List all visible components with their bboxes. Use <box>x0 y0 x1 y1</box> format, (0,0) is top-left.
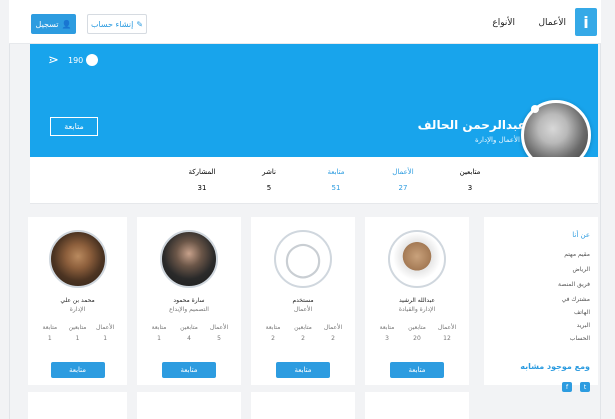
card-name[interactable]: مستخدم <box>251 297 355 304</box>
profile-job: الأعمال والإدارة <box>474 136 520 144</box>
user-icon: 👤 <box>61 19 72 29</box>
follow-button[interactable]: متابعة <box>50 117 98 136</box>
about-line: الرياض <box>572 266 590 273</box>
about-line: الحساب <box>569 335 590 342</box>
card-stats: الأعمال 2 متابعين 2 متابعة 2 <box>265 324 343 342</box>
card-job: الأعمال <box>293 306 313 313</box>
card-stats: الأعمال 12 متابعين 20 متابعة 3 <box>379 324 457 342</box>
similar-title: ومع موجود مشابه <box>520 362 590 371</box>
follow-card-button[interactable]: متابعة <box>162 362 216 378</box>
card-job: الإدارة والقيادة <box>398 306 436 313</box>
card-name[interactable]: سارة محمود <box>137 297 241 304</box>
stat-shares[interactable]: المشاركة 31 <box>172 168 232 192</box>
card-stats: الأعمال 1 متابعين 1 متابعة 1 <box>42 324 115 342</box>
card-stats: الأعمال 5 متابعين 4 متابعة 1 <box>151 324 229 342</box>
view-count: 190 <box>68 54 99 66</box>
stat-works[interactable]: الأعمال 27 <box>373 168 433 192</box>
top-navbar: i الأعمال الأنواع 👤 تسجيل ✎ إنشاء حساب <box>9 0 601 44</box>
about-line: مقيم مهتم <box>564 251 590 258</box>
avatar <box>388 230 446 288</box>
social-links: t f <box>562 382 590 392</box>
user-card-partial <box>365 392 469 419</box>
about-line: مشترك في <box>561 296 590 303</box>
twitter-icon[interactable]: t <box>580 382 590 392</box>
stat-following[interactable]: متابعة 51 <box>306 168 366 192</box>
stat-publisher[interactable]: ناشر 5 <box>239 168 299 192</box>
register-icon: ✎ <box>136 19 144 29</box>
facebook-icon[interactable]: f <box>562 382 572 392</box>
card-job: التصميم والإبداع <box>169 306 209 313</box>
follow-card-button[interactable]: متابعة <box>390 362 444 378</box>
login-button[interactable]: 👤 تسجيل <box>31 14 76 34</box>
about-line: فريق المنصة <box>558 281 590 288</box>
profile-page: i الأعمال الأنواع 👤 تسجيل ✎ إنشاء حساب ⋖ 1… <box>0 0 615 419</box>
about-line: البريد <box>576 322 590 329</box>
stat-followers[interactable]: متابعين 3 <box>440 168 500 192</box>
card-name[interactable]: محمد بن علي <box>28 297 127 304</box>
profile-banner: ⋖ 190 متابعة عبدالرحمن الحالف الأعمال وا… <box>30 44 598 157</box>
user-card-partial <box>137 392 241 419</box>
avatar <box>48 230 107 288</box>
about-line: الهاتف <box>574 309 590 316</box>
nav-categories[interactable]: الأنواع <box>492 18 515 28</box>
register-button[interactable]: ✎ إنشاء حساب <box>87 14 147 34</box>
follow-card-button[interactable]: متابعة <box>276 362 330 378</box>
share-icon[interactable]: ⋖ <box>48 53 59 68</box>
about-sidebar: عن أنا مقيم مهتم الرياض فريق المنصة مشتر… <box>484 217 598 392</box>
user-card-partial <box>251 392 355 419</box>
site-logo[interactable]: i <box>575 8 597 36</box>
nav-business[interactable]: الأعمال <box>539 18 567 28</box>
verified-icon <box>531 105 539 113</box>
user-card: سارة محمود التصميم والإبداع الأعمال 5 متا… <box>137 217 241 385</box>
follow-card-button[interactable]: متابعة <box>50 362 105 378</box>
card-name[interactable]: عبدالله الرشيد <box>365 297 469 304</box>
user-card-partial <box>28 392 127 419</box>
avatar <box>160 230 218 288</box>
avatar-placeholder-icon: ◯ <box>274 230 332 288</box>
eye-icon <box>86 54 99 66</box>
profile-stats: متابعين 3 الأعمال 27 متابعة 51 ناشر 5 المشار… <box>30 157 598 204</box>
profile-name: عبدالرحمن الحالف <box>417 118 526 132</box>
card-job: الإدارة <box>69 306 86 313</box>
user-card: عبدالله الرشيد الإدارة والقيادة الأعمال 1… <box>365 217 469 385</box>
user-card: ◯ مستخدم الأعمال الأعمال 2 متابعين 2 متابع… <box>251 217 355 385</box>
user-card: محمد بن علي الإدارة الأعمال 1 متابعين 1 مت… <box>28 217 127 385</box>
about-title: عن أنا <box>572 231 590 239</box>
